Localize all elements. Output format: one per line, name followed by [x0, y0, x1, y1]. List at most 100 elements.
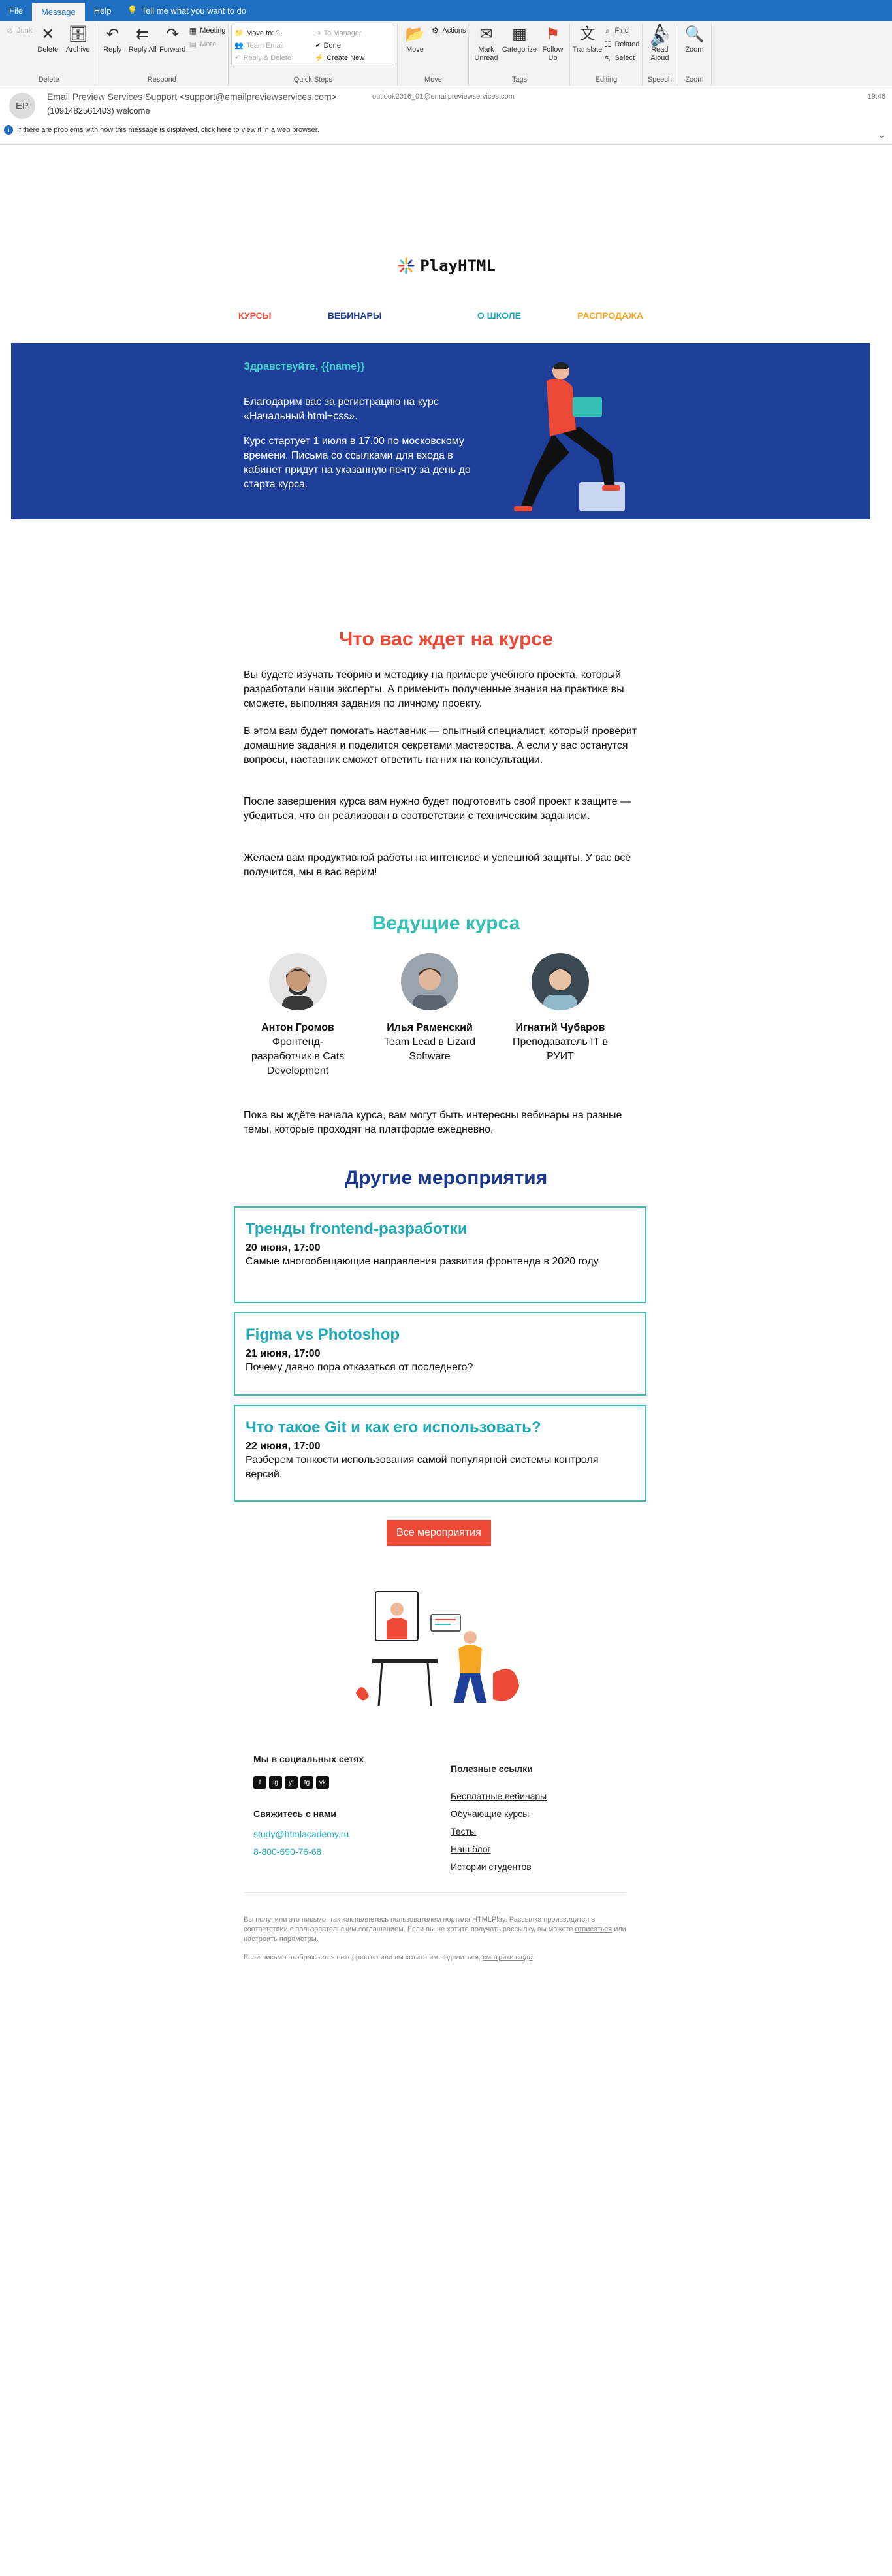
mark-unread-button[interactable]: ✉ Mark Unread [471, 24, 500, 63]
select-button[interactable]: ↖ Select [603, 52, 639, 64]
event-text: Разберем тонкости использования самой по… [246, 1455, 599, 1480]
move-label: Move [406, 46, 424, 54]
categorize-label: Categorize [502, 46, 537, 54]
mentor-photo [269, 953, 327, 1010]
hero-text-2: Курс стартует 1 июля в 17.00 по московск… [244, 436, 471, 490]
event-date: 21 июня, 17:00 [246, 1348, 321, 1359]
find-button[interactable]: ⌕ Find [603, 25, 639, 37]
logo-text: PlayHTML [420, 257, 496, 275]
event-title[interactable]: Тренды frontend-разработки [246, 1219, 635, 1239]
group-label-editing: Editing [595, 76, 618, 84]
contact-email[interactable]: study@htmlacademy.ru [253, 1829, 349, 1839]
read-aloud-icon: A🔊 [650, 21, 670, 47]
links-title: Полезные ссылки [451, 1763, 533, 1774]
translate-label: Translate [572, 46, 603, 54]
social-icons: f ig yt tg vk [253, 1776, 332, 1789]
quick-step-label: Reply & Delete [243, 54, 291, 62]
mentor-name: Антон Громов [261, 1022, 334, 1033]
vk-icon[interactable]: vk [316, 1776, 329, 1789]
footer-link[interactable]: Бесплатные вебинары [451, 1791, 547, 1801]
mentor-photo [532, 953, 589, 1010]
find-label: Find [614, 27, 629, 35]
more-icon: ▤ [189, 40, 197, 49]
footer-link[interactable]: Наш блог [451, 1844, 491, 1854]
footer-link[interactable]: Обучающие курсы [451, 1809, 529, 1819]
info-bar[interactable]: i If there are problems with how this me… [4, 123, 888, 137]
reply-icon: ↶ [106, 25, 119, 43]
quick-step-reply-delete[interactable]: ↶ Reply & Delete [234, 52, 311, 64]
paragraph-4: Желаем вам продуктивной работы на интенс… [244, 852, 631, 878]
actions-button[interactable]: ⚙ Actions [430, 25, 466, 37]
ribbon-tabs: File Message Help 💡 Tell me what you wan… [0, 0, 892, 21]
telegram-icon[interactable]: tg [300, 1776, 313, 1789]
tab-message[interactable]: Message [31, 3, 85, 21]
more-respond-button[interactable]: ▤ More [188, 39, 225, 50]
logo-icon [398, 257, 415, 274]
reply-all-label: Reply All [128, 46, 157, 54]
event-title[interactable]: Figma vs Photoshop [246, 1325, 635, 1345]
related-button[interactable]: ☷ Related [603, 39, 639, 50]
move-button[interactable]: 📂 Move [400, 24, 429, 54]
hero-illustration [514, 362, 625, 511]
unsubscribe-link[interactable]: отписаться [575, 1925, 613, 1933]
nav-courses[interactable]: КУРСЫ [238, 310, 271, 321]
delete-icon: ✕ [41, 25, 55, 43]
event-date: 22 июня, 17:00 [246, 1441, 321, 1452]
tab-help[interactable]: Help [85, 0, 121, 21]
sender[interactable]: Email Preview Services Support <support@… [47, 91, 337, 102]
junk-button[interactable]: ⊘ Junk [5, 25, 32, 37]
chevron-down-icon[interactable]: ⌄ [878, 129, 885, 140]
quick-step-create-new[interactable]: ⚡ Create New [315, 52, 391, 64]
select-label: Select [614, 54, 635, 62]
quick-step-done[interactable]: ✔ Done [315, 39, 391, 52]
meeting-button[interactable]: ▦ Meeting [188, 25, 226, 37]
footer-link[interactable]: Тесты [451, 1826, 476, 1837]
all-events-button[interactable]: Все мероприятия [387, 1520, 491, 1546]
event-card[interactable]: Figma vs Photoshop 21 июня, 17:00 Почему… [234, 1312, 646, 1396]
related-icon: ☷ [604, 40, 611, 49]
reply-label: Reply [103, 46, 122, 54]
forward-button[interactable]: ↷ Forward [158, 24, 187, 54]
quick-step-to-manager[interactable]: ➜ To Manager [315, 27, 391, 39]
quick-step-team-email[interactable]: 👥 Team Email [234, 39, 311, 52]
event-title[interactable]: Что такое Git и как его использовать? [246, 1418, 635, 1438]
facebook-icon[interactable]: f [253, 1776, 266, 1789]
view-in-browser-link[interactable]: смотрите сюда [483, 1954, 532, 1961]
group-tags: ✉ Mark Unread ▦ Categorize ⚑ Follow Up Tags [469, 24, 571, 86]
zoom-button[interactable]: 🔍 Zoom [680, 24, 709, 54]
nav-sale[interactable]: РАСПРОДАЖА [577, 310, 643, 321]
read-aloud-button[interactable]: A🔊 Read Aloud [645, 21, 674, 63]
calendar-icon: ▦ [189, 26, 197, 35]
quick-step-move-to[interactable]: 📁 Move to: ? [234, 27, 311, 39]
event-card[interactable]: Что такое Git и как его использовать? 22… [234, 1405, 646, 1502]
recipient[interactable]: outlook2016_01@emailpreviewservices.com [372, 93, 515, 101]
event-card[interactable]: Тренды frontend-разработки 20 июня, 17:0… [234, 1206, 646, 1303]
categorize-button[interactable]: ▦ Categorize [502, 24, 537, 54]
junk-icon: ⊘ [6, 26, 14, 35]
paragraph-1: Вы будете изучать теорию и методику на п… [244, 669, 624, 709]
nav-webinars[interactable]: ВЕБИНАРЫ [328, 310, 382, 321]
group-delete: ⊘ Junk ✕ Delete 🗄 Archive Delete [3, 24, 96, 86]
group-zoom: 🔍 Zoom Zoom [677, 24, 712, 86]
reply-button[interactable]: ↶ Reply [98, 24, 127, 54]
tab-file[interactable]: File [0, 0, 32, 21]
tell-me-box[interactable]: 💡 Tell me what you want to do [120, 0, 246, 21]
youtube-icon[interactable]: yt [285, 1776, 298, 1789]
info-icon: i [4, 125, 13, 135]
legal-text-2: Если письмо отображается некорректно или… [244, 1954, 535, 1961]
footer-link[interactable]: Истории студентов [451, 1861, 532, 1872]
contact-phone[interactable]: 8-800-690-76-68 [253, 1846, 321, 1857]
group-respond: ↶ Reply ⇇ Reply All ↷ Forward ▦ Meeting ▤ Mor… [95, 24, 229, 86]
archive-button[interactable]: 🗄 Archive [63, 24, 92, 54]
what-title: Что вас ждет на курсе [339, 628, 553, 650]
follow-up-button[interactable]: ⚑ Follow Up [538, 24, 567, 63]
translate-button[interactable]: 文 Translate [572, 24, 603, 54]
group-label-speech: Speech [647, 76, 673, 84]
logo[interactable]: PlayHTML [0, 256, 892, 276]
delete-button[interactable]: ✕ Delete [33, 24, 62, 54]
nav-about[interactable]: О ШКОЛЕ [477, 310, 521, 321]
settings-link[interactable]: настроить параметры [244, 1935, 317, 1943]
mentor-role: Team Lead в Lizard Software [383, 1037, 476, 1062]
instagram-icon[interactable]: ig [269, 1776, 282, 1789]
reply-all-button[interactable]: ⇇ Reply All [128, 24, 157, 54]
